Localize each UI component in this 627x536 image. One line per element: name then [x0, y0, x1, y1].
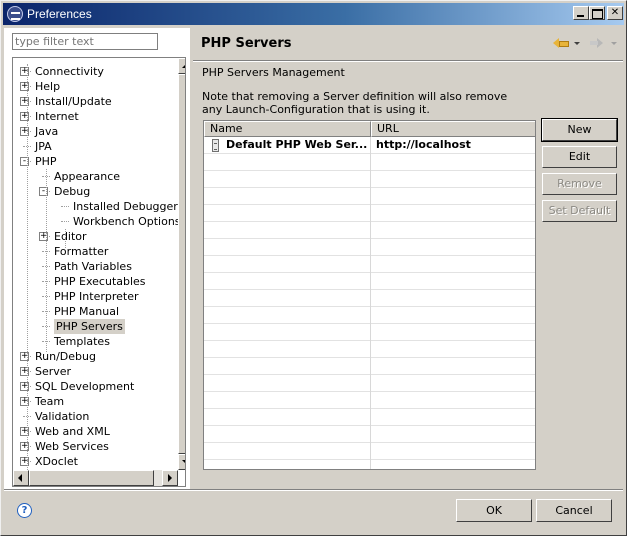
tree-item-label: Debug	[54, 185, 91, 198]
column-header-name[interactable]: Name	[204, 121, 371, 137]
tree-item-label: Templates	[54, 335, 110, 348]
scroll-thumb[interactable]	[178, 74, 185, 454]
tree-guide-line	[65, 229, 66, 248]
window-title: Preferences	[27, 7, 92, 21]
cancel-button[interactable]: Cancel	[536, 499, 612, 522]
forward-dropdown-icon[interactable]	[611, 42, 617, 48]
tree-item-label: PHP Executables	[54, 275, 146, 288]
filter-input[interactable]	[12, 33, 158, 50]
tree-item-label: PHP Interpreter	[54, 290, 139, 303]
tree-horizontal-scrollbar[interactable]	[13, 470, 178, 486]
tree-guide-line	[27, 64, 28, 472]
forward-arrow-icon[interactable]	[589, 35, 605, 51]
preference-page: PHP Servers PHP Servers Management Note …	[193, 28, 623, 489]
tree-item-label: Path Variables	[54, 260, 132, 273]
tree-item-label: JPA	[35, 140, 52, 153]
server-url-cell: http://localhost	[376, 138, 471, 151]
close-button[interactable]: ✕	[607, 6, 623, 20]
server-name-cell: Default PHP Web Ser...	[226, 138, 368, 151]
tree-item-label: Server	[35, 365, 72, 378]
preference-tree: + Connectivity + Help + Install/Update + Intern…	[12, 57, 186, 487]
footer-separator	[4, 489, 623, 491]
scroll-right-icon[interactable]	[162, 470, 178, 486]
page-title: PHP Servers	[201, 36, 292, 51]
remove-button[interactable]: Remove	[542, 173, 617, 195]
tree-item-label: Formatter	[54, 245, 109, 258]
tree-connector	[61, 206, 69, 207]
tree-item-label: Validation	[35, 410, 90, 423]
tree-item-label: Install/Update	[35, 95, 112, 108]
servers-table: Name URL Default PHP Web Ser... http://lo…	[203, 120, 536, 470]
title-separator	[193, 60, 623, 62]
tree-item-label: Installed Debuggers	[73, 200, 184, 213]
column-header-url[interactable]: URL	[371, 121, 535, 137]
tree-item-label: Web and XML	[35, 425, 110, 438]
server-icon	[212, 139, 219, 152]
tree-connector	[61, 221, 69, 222]
column-separator	[370, 137, 371, 469]
tree-item-label: Web Services	[35, 440, 109, 453]
scroll-left-icon[interactable]	[13, 470, 29, 486]
tree-item-label: SQL Development	[35, 380, 135, 393]
ok-button[interactable]: OK	[456, 499, 532, 522]
set-default-button[interactable]: Set Default	[542, 200, 617, 222]
horizontal-scroll-thumb[interactable]	[29, 470, 154, 486]
tree-item-label: Appearance	[54, 170, 121, 183]
tree-item-label: Help	[35, 80, 61, 93]
help-icon[interactable]: ?	[17, 503, 32, 518]
new-button[interactable]: New	[541, 118, 618, 142]
tree-item-label: Run/Debug	[35, 350, 96, 363]
preferences-window: Preferences ✕ +Connectivity+Help+Install…	[0, 0, 627, 536]
tree-vertical-scrollbar[interactable]	[178, 58, 185, 470]
tree-guide-line	[46, 169, 47, 352]
tree-item-label: PHP	[35, 155, 57, 168]
tree-item-label: Internet	[35, 110, 79, 123]
title-bar: Preferences ✕	[3, 3, 624, 25]
scroll-down-icon[interactable]	[178, 454, 185, 470]
table-header: Name URL	[204, 121, 535, 137]
maximize-button[interactable]	[589, 6, 605, 20]
preference-navigation: +Connectivity+Help+Install/Update+Intern…	[4, 28, 190, 489]
tree-item-label: XDoclet	[35, 455, 78, 468]
tree-item-label: PHP Manual	[54, 305, 120, 318]
eclipse-icon	[7, 6, 23, 22]
tree-item-label: Team	[35, 395, 65, 408]
history-navigation	[553, 35, 621, 51]
edit-button[interactable]: Edit	[542, 146, 617, 168]
tree-item-label: Connectivity	[35, 65, 104, 78]
tree-item-label: Editor	[54, 230, 87, 243]
section-label: PHP Servers Management	[202, 66, 345, 79]
scroll-up-icon[interactable]	[178, 58, 185, 74]
removal-note: Note that removing a Server definition w…	[202, 90, 508, 116]
minimize-button[interactable]	[573, 6, 589, 20]
tree-item-label: Java	[35, 125, 59, 138]
back-arrow-icon[interactable]	[553, 35, 569, 51]
back-dropdown-icon[interactable]	[574, 42, 580, 48]
tree-item-label: Workbench Options	[73, 215, 181, 228]
tree-item-label: PHP Servers	[54, 319, 125, 334]
